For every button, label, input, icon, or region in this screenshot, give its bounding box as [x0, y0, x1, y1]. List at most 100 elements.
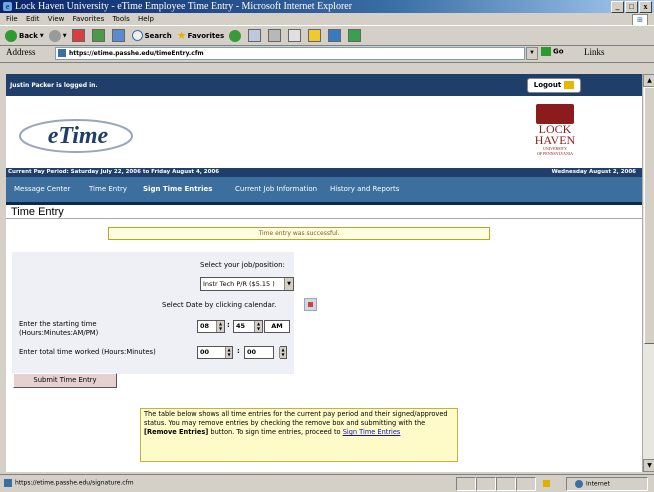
search-label: Search — [144, 31, 172, 40]
messenger-button[interactable] — [328, 29, 343, 42]
search-button[interactable]: Search — [131, 30, 172, 41]
lock-haven-logo: LOCK HAVEN UNIVERSITY OF PENNSYLVANIA — [530, 104, 580, 162]
status-url: https://etime.passhe.edu/signature.cfm — [4, 479, 134, 487]
menu-edit[interactable]: Edit — [26, 15, 40, 23]
nav-history-and-reports[interactable]: History and Reports — [330, 177, 399, 202]
page-icon — [58, 49, 66, 57]
total-minutes-arrows[interactable]: ▲ ▼ — [279, 346, 287, 359]
home-button[interactable] — [111, 29, 127, 42]
job-select[interactable]: Instr Tech P/R ($5.15 ) ▼ — [200, 277, 294, 291]
scroll-up-icon[interactable]: ▲ — [643, 74, 654, 87]
start-hours-stepper[interactable]: 08 ▲ ▼ — [197, 320, 225, 333]
start-minutes-stepper[interactable]: 45 ▲ ▼ — [233, 320, 263, 333]
messenger-icon — [328, 29, 342, 42]
start-ampm-value: AM — [271, 322, 283, 330]
links-button[interactable]: Links — [584, 47, 605, 57]
menu-tools[interactable]: Tools — [112, 15, 129, 23]
page-content: Justin Packer is logged in. Logout eTime… — [6, 74, 642, 472]
logo-state: OF PENNSYLVANIA — [536, 151, 574, 156]
lock-icon — [543, 480, 550, 487]
banner: eTime LOCK HAVEN UNIVERSITY OF PENNSYLVA… — [6, 96, 642, 168]
history-button[interactable] — [229, 29, 243, 42]
total-minutes-stepper[interactable]: 00 — [244, 346, 274, 359]
info-box: The table below shows all time entries f… — [140, 408, 458, 462]
mail-button[interactable] — [248, 29, 263, 42]
nav-time-entry[interactable]: Time Entry — [89, 177, 127, 202]
folder-icon — [308, 29, 322, 42]
total-hours-stepper[interactable]: 00 — [197, 346, 227, 359]
back-label: Back — [19, 31, 38, 40]
address-input[interactable]: https://etime.passhe.edu/timeEntry.cfm — [55, 47, 525, 60]
vertical-scrollbar[interactable]: ▲ ▼ — [642, 74, 654, 472]
success-message: Time entry was successful. — [108, 227, 490, 240]
go-label: Go — [553, 47, 564, 56]
start-time-label-line2: (Hours:Minutes:AM/PM) — [19, 329, 99, 337]
stepper-arrows-icon[interactable]: ▲ ▼ — [254, 321, 262, 332]
page-icon — [4, 479, 12, 487]
refresh-icon — [91, 29, 105, 42]
menu-help[interactable]: Help — [138, 15, 154, 23]
ie-logo-icon: e — [3, 2, 12, 11]
stepper-arrows-icon[interactable]: ▲ ▼ — [279, 347, 286, 358]
minimize-button[interactable]: _ — [611, 1, 624, 13]
print-button[interactable] — [268, 29, 283, 42]
nav-current-job-information[interactable]: Current Job Information — [235, 177, 317, 202]
total-hours-arrows[interactable]: ▲ ▼ — [225, 346, 233, 359]
menu-view[interactable]: View — [48, 15, 65, 23]
status-bar: https://etime.passhe.edu/signature.cfm I… — [0, 474, 654, 492]
info-bold: [Remove Entries] — [144, 428, 209, 436]
start-ampm-field[interactable]: AM — [264, 320, 290, 333]
print-icon — [268, 29, 282, 42]
nav-sign-time-entries[interactable]: Sign Time Entries — [143, 177, 212, 202]
address-dropdown-button[interactable]: ▼ — [526, 47, 538, 60]
stop-button[interactable] — [71, 29, 87, 42]
forward-button[interactable]: ▼ — [48, 29, 67, 42]
start-time-label: Enter the starting time (Hours:Minutes:A… — [19, 320, 98, 338]
mail-icon — [248, 29, 262, 42]
research-button[interactable] — [348, 29, 363, 42]
page-title: Time Entry — [11, 206, 64, 218]
maximize-button[interactable]: □ — [625, 1, 638, 13]
forward-arrow-icon — [48, 29, 61, 42]
scroll-down-icon[interactable]: ▼ — [643, 459, 654, 472]
close-button[interactable]: x — [639, 1, 652, 13]
sign-time-entries-link[interactable]: Sign Time Entries — [343, 428, 401, 436]
logout-button[interactable]: Logout — [527, 78, 581, 93]
calendar-icon[interactable] — [304, 298, 317, 311]
current-date: Wednesday August 2, 2006 — [551, 169, 636, 175]
login-header: Justin Packer is logged in. Logout — [6, 74, 642, 96]
menu-favorites[interactable]: Favorites — [73, 15, 105, 23]
logged-in-text: Justin Packer is logged in. — [10, 82, 98, 89]
menu-bar: File Edit View Favorites Tools Help ⊞ — [0, 13, 654, 26]
logo-haven: HAVEN — [534, 133, 576, 147]
etime-logo-text: eTime — [48, 123, 109, 149]
stepper-arrows-icon[interactable]: ▲ ▼ — [216, 321, 224, 332]
window-title: Lock Haven University - eTime Employee T… — [15, 1, 353, 12]
home-icon — [111, 29, 125, 42]
favorites-button[interactable]: ★ Favorites — [177, 29, 224, 42]
stepper-arrows-icon[interactable]: ▲ ▼ — [225, 347, 232, 358]
zone-label: Internet — [586, 480, 610, 488]
job-select-value: Instr Tech P/R ($5.15 ) — [203, 280, 275, 288]
title-bar: e Lock Haven University - eTime Employee… — [0, 0, 654, 13]
nav-message-center[interactable]: Message Center — [14, 177, 70, 202]
scroll-thumb[interactable] — [644, 87, 654, 344]
refresh-button[interactable] — [91, 29, 107, 42]
time-separator: : — [237, 347, 240, 355]
edit-button[interactable] — [288, 29, 303, 42]
submit-time-entry-button[interactable]: Submit Time Entry — [13, 373, 117, 388]
start-time-label-line1: Enter the starting time — [19, 320, 97, 328]
go-arrow-icon — [541, 47, 551, 56]
pay-period-text: Current Pay Period: Saturday July 22, 20… — [8, 169, 220, 175]
search-icon — [131, 30, 143, 41]
go-button[interactable]: Go — [541, 47, 564, 56]
info-text-2: button. To sign time entries, proceed to — [208, 428, 343, 436]
total-hours-value: 00 — [200, 348, 210, 356]
folder-button[interactable] — [308, 29, 323, 42]
back-button[interactable]: Back ▼ — [5, 29, 44, 42]
menu-file[interactable]: File — [6, 15, 18, 23]
research-icon — [348, 29, 362, 42]
address-url: https://etime.passhe.edu/timeEntry.cfm — [69, 50, 204, 57]
shield-icon — [536, 104, 574, 124]
divider — [6, 218, 642, 219]
